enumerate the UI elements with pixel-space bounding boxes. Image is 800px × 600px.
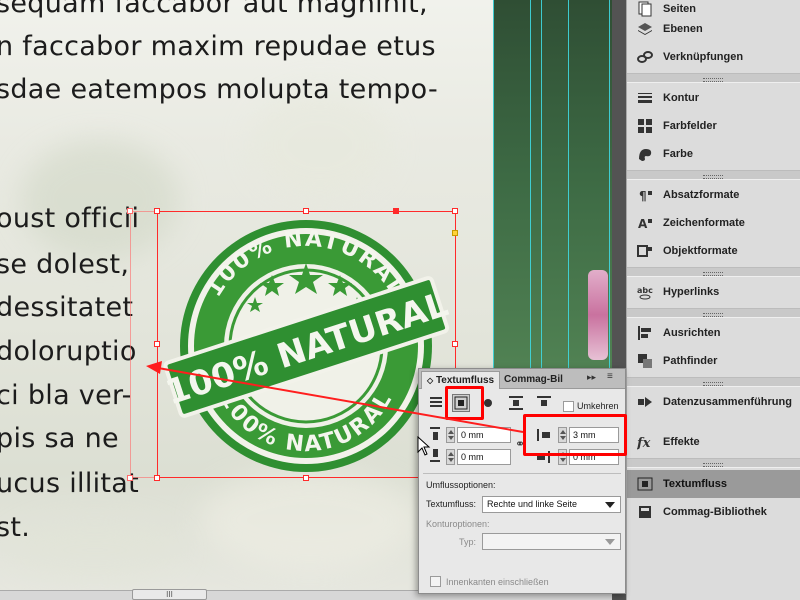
mouse-cursor-icon: [417, 436, 431, 456]
annotation-arrow: [146, 361, 524, 433]
